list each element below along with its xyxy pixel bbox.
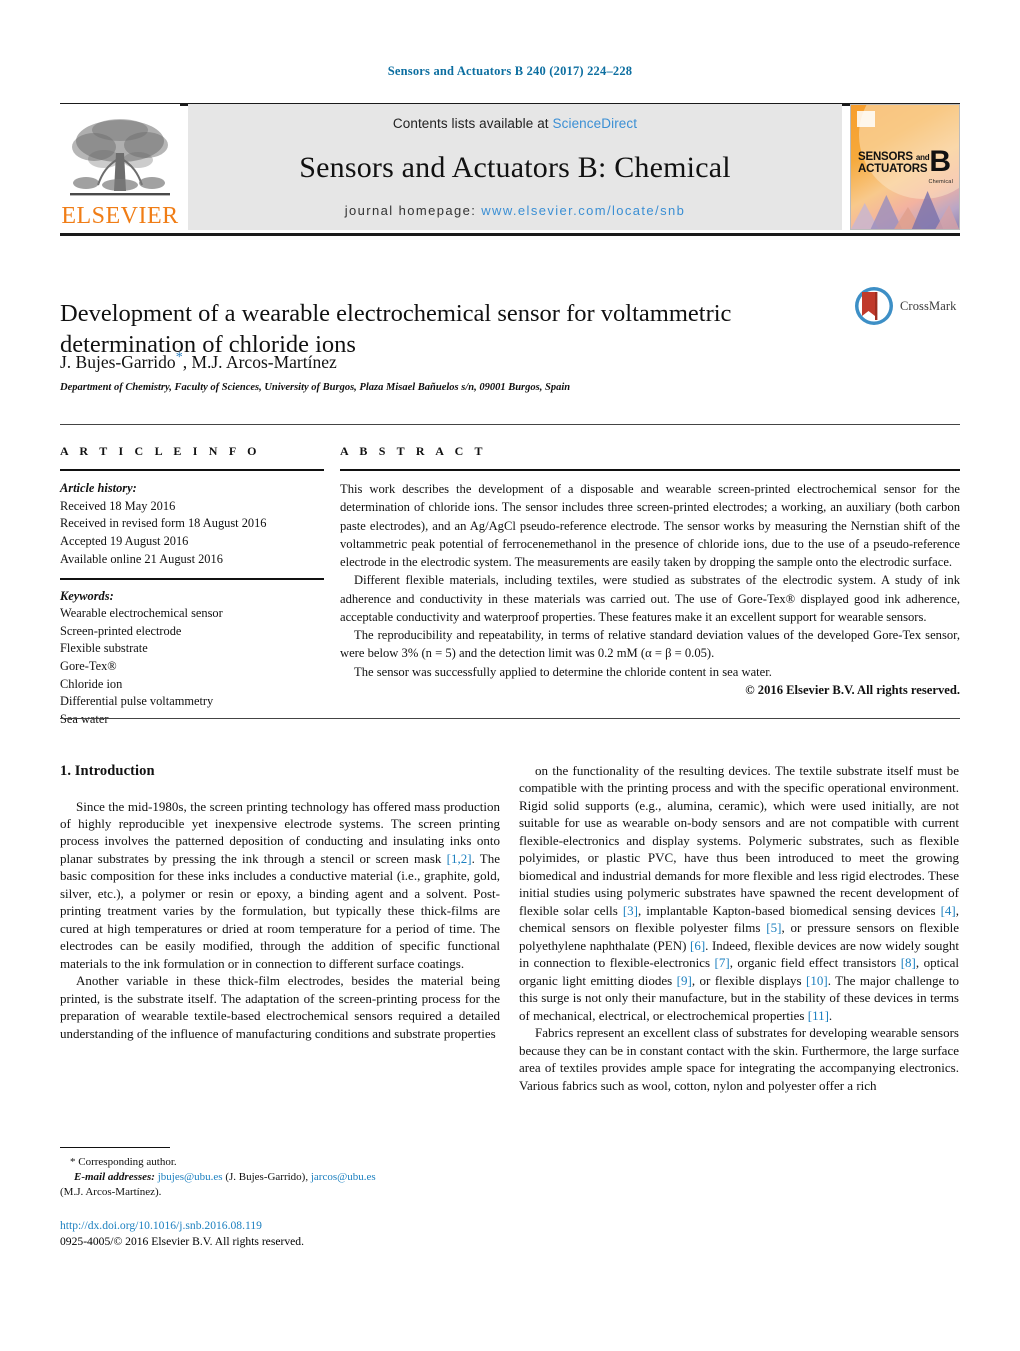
author-list: J. Bujes-Garrido*, M.J. Arcos-Martínez	[60, 350, 860, 373]
abstract-heading: A B S T R A C T	[340, 444, 487, 458]
homepage-url-link[interactable]: www.elsevier.com/locate/snb	[481, 203, 685, 218]
abstract-body: This work describes the development of a…	[340, 480, 960, 699]
citation-ref[interactable]: [6]	[690, 938, 705, 953]
issn-copyright: 0925-4005/© 2016 Elsevier B.V. All right…	[60, 1235, 304, 1249]
email-link-2[interactable]: jarcos@ubu.es	[311, 1171, 376, 1183]
citation-ref[interactable]: [9]	[677, 973, 692, 988]
keyword-item: Chloride ion	[60, 676, 123, 691]
email-label: E-mail addresses:	[74, 1171, 155, 1184]
citation-ref[interactable]: [1,2]	[447, 851, 472, 866]
email-owner-2: (M.J. Arcos-Martínez).	[60, 1186, 162, 1199]
author-primary: J. Bujes-Garrido	[60, 351, 176, 372]
masthead-bottom-rule	[60, 233, 960, 236]
history-item: Received 18 May 2016	[60, 498, 176, 513]
keyword-item: Screen-printed electrode	[60, 623, 182, 638]
citation-ref[interactable]: [5]	[766, 920, 781, 935]
journal-title: Sensors and Actuators B: Chemical	[299, 151, 731, 184]
keyword-item: Gore-Tex®	[60, 659, 117, 674]
history-item: Accepted 19 August 2016	[60, 534, 189, 549]
journal-cover-image: SENSORS and ACTUATORS B Chemical	[850, 104, 960, 230]
body-paragraph: on the functionality of the resulting de…	[519, 763, 959, 1023]
abstract-rule	[340, 469, 960, 472]
abstract-copyright: © 2016 Elsevier B.V. All rights reserved…	[745, 682, 960, 697]
sciencedirect-link[interactable]: ScienceDirect	[553, 116, 638, 131]
masthead-center-band: Contents lists available at ScienceDirec…	[188, 104, 842, 230]
introduction-left-column: 1. Introduction Since the mid-1980s, the…	[60, 762, 500, 1042]
footnote-rule	[60, 1147, 170, 1149]
cover-volume-letter: B	[929, 145, 951, 178]
crossmark-label: CrossMark	[900, 298, 957, 313]
citation-ref[interactable]: [7]	[715, 955, 730, 970]
article-history-block: Article history: Received 18 May 2016 Re…	[60, 480, 324, 568]
citation-ref[interactable]: [8]	[901, 955, 916, 970]
author-secondary: , M.J. Arcos-Martínez	[182, 351, 337, 372]
introduction-heading: 1. Introduction	[60, 763, 155, 779]
keyword-item: Flexible substrate	[60, 641, 148, 656]
corresponding-author-note: * Corresponding author.	[70, 1156, 177, 1168]
email-link-1[interactable]: jbujes@ubu.es	[158, 1171, 223, 1183]
abstract-paragraph: This work describes the development of a…	[340, 482, 960, 570]
elsevier-logo: ELSEVIER	[60, 104, 180, 230]
body-paragraph: Another variable in these thick-film ele…	[60, 973, 500, 1041]
cover-line1-small: and	[915, 153, 930, 162]
history-item: Received in revised form 18 August 2016	[60, 516, 267, 531]
homepage-prefix: journal homepage:	[344, 203, 482, 218]
contents-line: Contents lists available at ScienceDirec…	[393, 116, 637, 131]
info-top-rule	[60, 424, 960, 425]
cover-elsevier-mini-icon	[857, 111, 875, 127]
keyword-item: Differential pulse voltammetry	[60, 694, 214, 709]
footnote-block: * Corresponding author. E-mail addresses…	[60, 1155, 500, 1201]
abstract-column: A B S T R A C T This work describes the …	[340, 444, 960, 699]
introduction-right-column: on the functionality of the resulting de…	[519, 762, 959, 1094]
crossmark-badge[interactable]: CrossMark	[854, 283, 962, 329]
article-page: Sensors and Actuators B 240 (2017) 224–2…	[0, 0, 1020, 1351]
email-owner-1: (J. Bujes-Garrido),	[222, 1171, 311, 1184]
abstract-bottom-rule	[60, 718, 960, 719]
citation-ref[interactable]: [10]	[806, 973, 828, 988]
citation-ref[interactable]: [4]	[941, 903, 956, 918]
body-paragraph: Fabrics represent an excellent class of …	[519, 1025, 959, 1093]
doi-link[interactable]: http://dx.doi.org/10.1016/j.snb.2016.08.…	[60, 1218, 500, 1234]
abstract-paragraph: Different flexible materials, including …	[340, 573, 960, 624]
cover-line1: SENSORS	[858, 151, 913, 163]
journal-homepage-line: journal homepage: www.elsevier.com/locat…	[345, 203, 685, 218]
elsevier-tree-icon	[70, 119, 170, 196]
citation-ref[interactable]: [3]	[623, 903, 638, 918]
cover-crystal-graphic	[851, 191, 959, 229]
citation-ref[interactable]: [11]	[808, 1008, 829, 1023]
keywords-label: Keywords:	[60, 588, 114, 603]
article-info-heading: A R T I C L E I N F O	[60, 444, 261, 458]
corresponding-author-marker: *	[175, 350, 183, 365]
email-addresses-note: E-mail addresses: jbujes@ubu.es (J. Buje…	[60, 1170, 500, 1185]
body-paragraph: Since the mid-1980s, the screen printing…	[60, 798, 500, 971]
article-history-label: Article history:	[60, 481, 137, 496]
keywords-block: Keywords: Wearable electrochemical senso…	[60, 588, 324, 729]
affiliation: Department of Chemistry, Faculty of Scie…	[60, 382, 571, 393]
elsevier-wordmark: ELSEVIER	[61, 203, 179, 229]
article-info-column: A R T I C L E I N F O Article history: R…	[60, 444, 324, 729]
keyword-item: Sea water	[60, 711, 324, 729]
abstract-paragraph: The reproducibility and repeatability, i…	[340, 628, 960, 661]
history-item: Available online 21 August 2016	[60, 551, 223, 566]
running-head: Sensors and Actuators B 240 (2017) 224–2…	[387, 64, 633, 78]
crossmark-icon	[855, 287, 893, 325]
abstract-paragraph: The sensor was successfully applied to d…	[354, 664, 772, 679]
article-info-rule-2	[60, 578, 324, 580]
article-info-rule-1	[60, 469, 324, 472]
doi-block: http://dx.doi.org/10.1016/j.snb.2016.08.…	[60, 1218, 500, 1251]
contents-prefix: Contents lists available at	[392, 116, 553, 131]
keyword-item: Wearable electrochemical sensor	[60, 606, 223, 621]
journal-masthead: ELSEVIER Contents lists available at Sci…	[60, 104, 960, 230]
